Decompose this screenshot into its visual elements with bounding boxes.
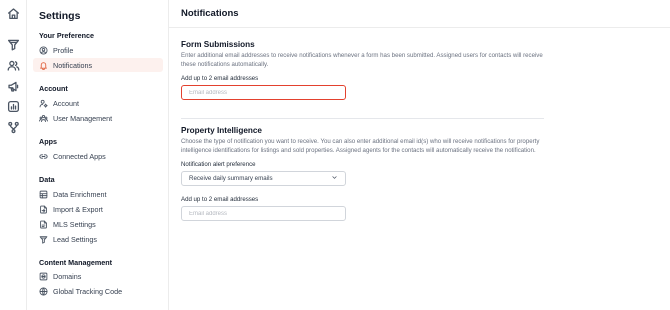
sidebar-item-label: Profile: [53, 45, 74, 55]
alert-preference-value: Receive daily summary emails: [189, 175, 273, 182]
sidebar-item-account[interactable]: Account: [33, 96, 163, 110]
home-icon[interactable]: [6, 6, 20, 20]
sidebar-item-notifications[interactable]: Notifications: [33, 58, 163, 72]
user-gear-icon: [39, 99, 48, 108]
sidebar-item-label: Lead Settings: [53, 234, 97, 244]
document-icon: [39, 220, 48, 229]
alert-preference-select[interactable]: Receive daily summary emails: [181, 171, 346, 186]
branch-icon[interactable]: [6, 120, 20, 134]
chevron-down-icon: [331, 174, 338, 183]
section-divider: [181, 118, 544, 119]
users-icon[interactable]: [6, 58, 20, 72]
section-account: Account: [39, 84, 68, 93]
sidebar-item-domains[interactable]: Domains: [33, 269, 163, 283]
sidebar-item-mls-settings[interactable]: MLS Settings: [33, 217, 163, 231]
sidebar-item-user-management[interactable]: User Management: [33, 111, 163, 125]
main-content: Notifications Form Submissions Enter add…: [169, 0, 670, 310]
divider: [169, 27, 670, 28]
sidebar-item-label: MLS Settings: [53, 219, 96, 229]
sidebar-item-import-export[interactable]: Import & Export: [33, 202, 163, 216]
icon-rail: [0, 0, 27, 310]
section-your-preference: Your Preference: [39, 31, 94, 40]
sidebar-item-label: Account: [53, 98, 79, 108]
sidebar-item-lead-settings[interactable]: Lead Settings: [33, 232, 163, 246]
bell-icon: [39, 61, 48, 70]
user-circle-icon: [39, 46, 48, 55]
section-data: Data: [39, 175, 55, 184]
form-submissions-email-input[interactable]: [181, 85, 346, 100]
property-intelligence-heading: Property Intelligence: [181, 126, 262, 135]
form-submissions-email-label: Add up to 2 email addresses: [181, 75, 259, 82]
property-intelligence-description: Choose the type of notification you want…: [181, 138, 540, 154]
sidebar-item-label: Domains: [53, 271, 82, 281]
sidebar-item-label: Import & Export: [53, 204, 103, 214]
alert-preference-label: Notification alert preference: [181, 161, 256, 168]
globe-icon: [39, 287, 48, 296]
chart-icon[interactable]: [6, 99, 20, 113]
database-icon: [39, 190, 48, 199]
megaphone-icon[interactable]: [6, 79, 20, 93]
link-icon: [39, 152, 48, 161]
sidebar-item-label: Connected Apps: [53, 151, 106, 161]
settings-sidebar: Settings Your Preference Profile Notific…: [27, 0, 169, 310]
form-submissions-description: Enter additional email addresses to rece…: [181, 52, 543, 68]
domain-icon: [39, 272, 48, 281]
sidebar-item-label: Notifications: [53, 60, 93, 70]
section-apps: Apps: [39, 137, 57, 146]
section-content-management: Content Management: [39, 258, 113, 267]
file-import-icon: [39, 205, 48, 214]
sidebar-item-connected-apps[interactable]: Connected Apps: [33, 149, 163, 163]
sidebar-title: Settings: [39, 10, 81, 22]
page-title: Notifications: [181, 8, 239, 19]
property-intelligence-email-label: Add up to 2 email addresses: [181, 196, 259, 203]
property-intelligence-email-input[interactable]: [181, 206, 346, 221]
users-icon: [39, 114, 48, 123]
sidebar-item-label: User Management: [53, 113, 113, 123]
sidebar-item-profile[interactable]: Profile: [33, 43, 163, 57]
funnel-icon[interactable]: [6, 37, 20, 51]
sidebar-item-global-tracking-code[interactable]: Global Tracking Code: [33, 284, 163, 298]
sidebar-item-data-enrichment[interactable]: Data Enrichment: [33, 187, 163, 201]
form-submissions-heading: Form Submissions: [181, 40, 255, 49]
sidebar-item-label: Global Tracking Code: [53, 286, 123, 296]
filter-icon: [39, 235, 48, 244]
sidebar-item-label: Data Enrichment: [53, 189, 107, 199]
